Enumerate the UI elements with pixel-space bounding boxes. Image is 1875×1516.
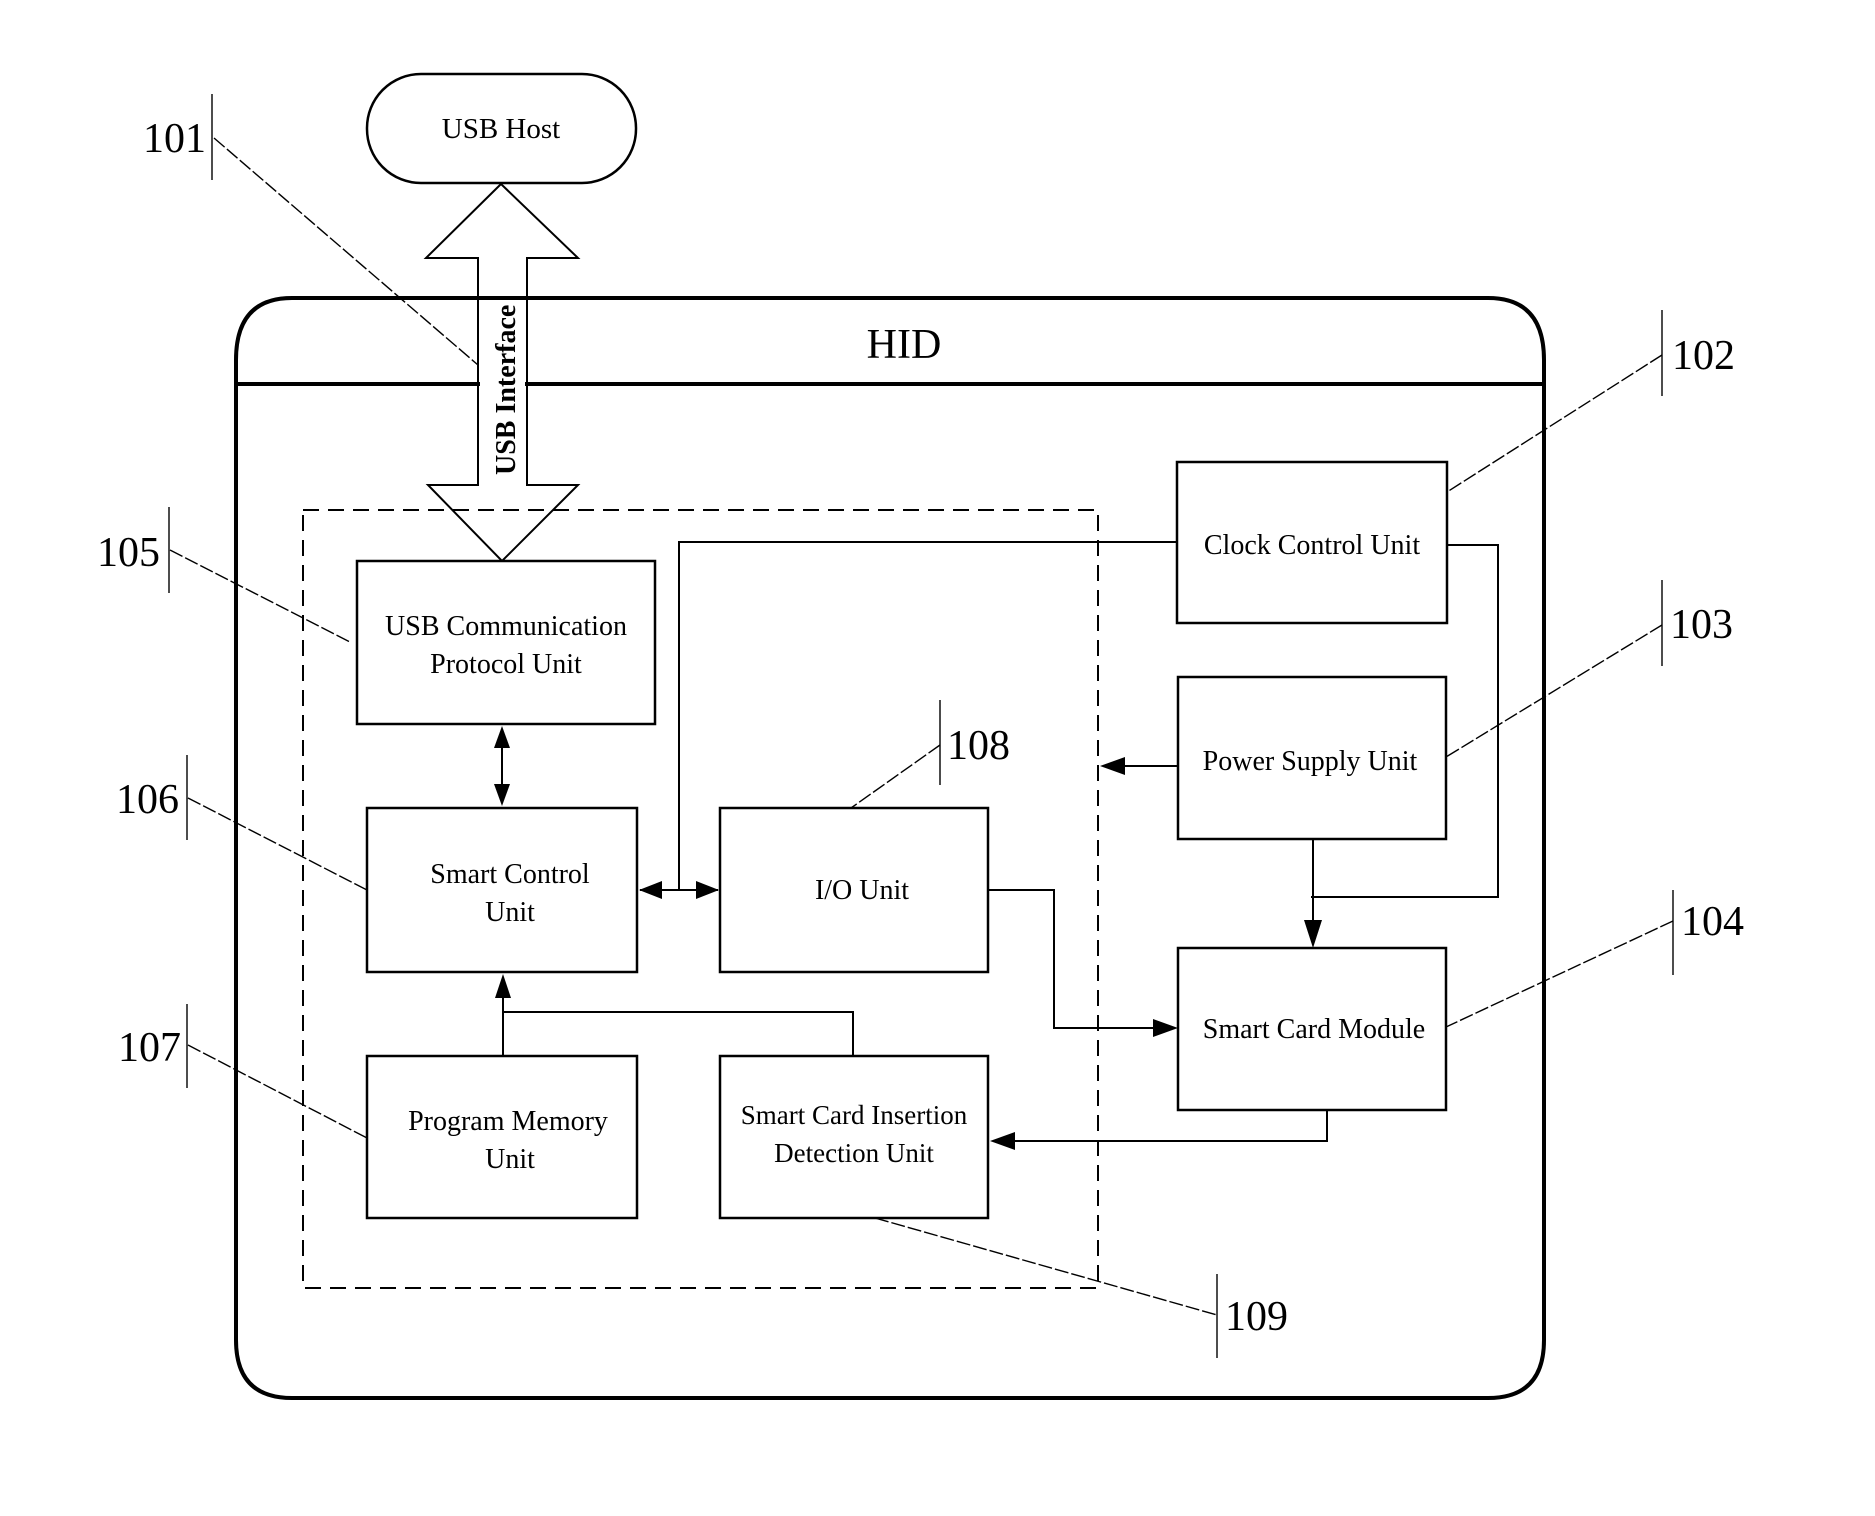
arrow-right-to-card-module [1153,1019,1178,1037]
usb-interface-label: USB Interface [491,305,522,475]
program-memory-label-2: Unit [485,1144,535,1175]
insertion-to-control-line [503,1011,854,1056]
ref-104: 104 [1681,899,1744,945]
io-unit-label: I/O Unit [815,875,909,906]
insertion-label-1: Smart Card Insertion [741,1100,968,1130]
arrow-down-to-smart-control [494,784,510,806]
smart-card-module-label: Smart Card Module [1203,1014,1425,1045]
smart-control-unit: Smart Control Unit [365,806,639,974]
arrow-left-to-smart-control [639,881,662,899]
smart-control-label-2: Unit [485,897,535,928]
arrow-left-to-controller [1100,757,1125,775]
arrow-up-to-smart-control [495,974,511,998]
smart-control-label-1: Smart Control [430,859,590,890]
program-memory-label-1: Program Memory [408,1106,608,1137]
card-to-insertion-line [1010,1110,1328,1142]
smart-card-module: Smart Card Module [1176,946,1448,1112]
usb-host-label: USB Host [442,113,560,145]
power-supply-label: Power Supply Unit [1203,746,1418,777]
ref-101: 101 [143,116,206,162]
ref-103: 103 [1670,602,1733,648]
usb-comm-label-2: Protocol Unit [430,649,582,680]
hid-title: HID [867,322,942,368]
clock-control-label: Clock Control Unit [1204,530,1420,561]
io-unit: I/O Unit [718,806,990,974]
insertion-label-2: Detection Unit [774,1138,934,1168]
arrow-up-to-usb-comm [494,726,510,748]
program-memory-unit: Program Memory Unit [365,1054,639,1220]
smart-card-insertion-detection-unit: Smart Card Insertion Detection Unit [718,1054,990,1220]
ref-106: 106 [116,777,179,823]
ref-109: 109 [1225,1294,1288,1340]
arrow-left-to-insertion [990,1132,1015,1150]
io-to-card-line [988,889,1160,1029]
ref-108: 108 [947,723,1010,769]
arrow-down-to-card-module [1304,920,1322,948]
clock-control-unit: Clock Control Unit [1175,460,1449,625]
hid-block-diagram: USB Host HID USB Interface USB Communica… [97,72,1744,1400]
usb-comm-label-1: USB Communication [385,611,627,642]
power-supply-unit: Power Supply Unit [1176,675,1448,841]
usb-communication-protocol-unit: USB Communication Protocol Unit [355,559,657,726]
arrow-right-to-io [696,881,719,899]
ref-102: 102 [1672,333,1735,379]
ref-105: 105 [97,530,160,576]
ref-107: 107 [118,1025,181,1071]
